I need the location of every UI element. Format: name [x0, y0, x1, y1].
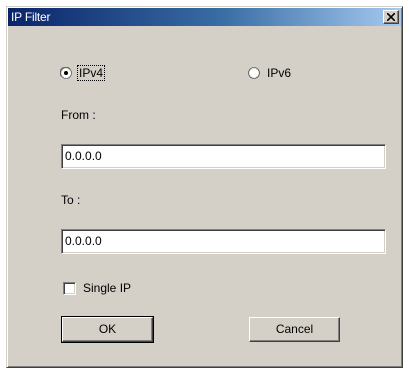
title-bar[interactable]: IP Filter: [8, 8, 401, 26]
checkbox-icon: [63, 281, 76, 295]
ipv4-radio[interactable]: IPv4: [60, 65, 106, 81]
single-ip-label: Single IP: [83, 281, 132, 295]
ok-button[interactable]: OK: [61, 316, 154, 343]
radio-unselected-icon: [248, 67, 260, 79]
from-label: From :: [61, 108, 96, 122]
cancel-button[interactable]: Cancel: [249, 317, 340, 342]
to-input[interactable]: [65, 234, 365, 248]
single-ip-checkbox[interactable]: Single IP: [63, 281, 131, 295]
to-label: To :: [61, 193, 81, 207]
ipv4-label: IPv4: [76, 65, 106, 81]
close-button[interactable]: [383, 10, 399, 24]
from-field[interactable]: [61, 144, 386, 169]
from-input[interactable]: [65, 149, 365, 163]
ip-filter-dialog: IP Filter IPv4 IPv6 From: 0.0.0.0 To: …: [6, 6, 403, 368]
close-icon: [387, 13, 395, 21]
ipv6-label: IPv6: [267, 66, 292, 80]
ipv6-radio[interactable]: IPv6: [248, 66, 292, 80]
to-field[interactable]: [61, 229, 386, 254]
window-title: IP Filter: [11, 10, 51, 24]
radio-selected-icon: [60, 67, 72, 79]
